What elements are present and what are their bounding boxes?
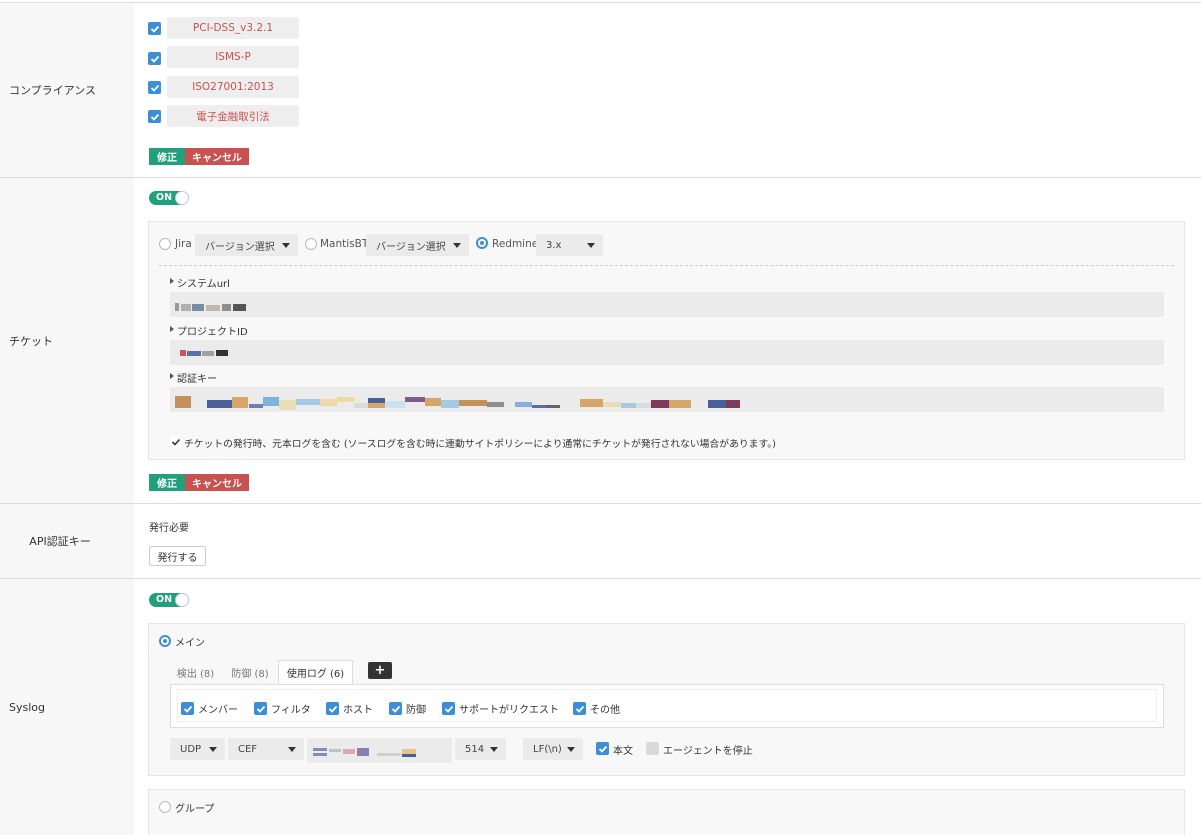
radio-mantisbt[interactable] [305, 238, 317, 250]
caret-down-icon [288, 747, 296, 752]
checkbox-compliance-3[interactable] [148, 81, 161, 94]
divider [0, 578, 1201, 579]
line-end-select[interactable]: LF(\n) [523, 738, 583, 760]
caret-down-icon [587, 243, 595, 248]
caret-down-icon [209, 747, 217, 752]
check-label: メンバー [198, 705, 238, 716]
system-url-input[interactable] [170, 292, 1164, 317]
select-value: CEF [238, 743, 258, 755]
radio-main[interactable] [159, 635, 171, 647]
mantisbt-label: MantisBT [320, 238, 369, 250]
check-label: フィルタ [271, 705, 311, 716]
stop-agent-label: エージェントを停止 [663, 746, 753, 757]
checkbox-compliance-4[interactable] [148, 110, 161, 123]
caret-down-icon [282, 243, 290, 248]
redmine-version-select[interactable]: 3.x [536, 234, 603, 256]
check-defense[interactable] [389, 702, 402, 715]
check-label: 防御 [406, 705, 426, 716]
select-value: 3.x [546, 239, 562, 251]
ticket-edit-button[interactable]: 修正 [149, 474, 185, 491]
dashed-divider [159, 265, 1174, 266]
jira-version-select[interactable]: バージョン選択 [195, 234, 298, 256]
ticket-label: チケット [0, 178, 134, 503]
mantisbt-version-select[interactable]: バージョン選択 [366, 234, 469, 256]
radio-group[interactable] [159, 801, 171, 813]
system-url-label: システムurl [177, 279, 230, 290]
toggle-knob [175, 593, 189, 607]
divider [0, 177, 1201, 178]
check-member[interactable] [181, 702, 194, 715]
caret-down-icon [453, 243, 461, 248]
tab-detect[interactable]: 検出 (8) [170, 660, 221, 684]
checkbox-compliance-1[interactable] [148, 22, 161, 35]
check-other[interactable] [573, 702, 586, 715]
ticket-cancel-button[interactable]: キャンセル [185, 474, 249, 491]
compliance-item: 電子金融取引法 [167, 105, 299, 127]
compliance-item: ISMS-P [167, 46, 299, 68]
check-filter[interactable] [254, 702, 267, 715]
caret-down-icon [567, 747, 575, 752]
checkbox-compliance-2[interactable] [148, 52, 161, 65]
select-value: LF(\n) [533, 743, 562, 755]
divider [0, 2, 1201, 3]
auth-key-input[interactable] [170, 387, 1164, 412]
body-checkbox[interactable] [596, 742, 609, 755]
project-id-input[interactable] [170, 340, 1164, 365]
toggle-knob [175, 191, 189, 205]
redmine-label: Redmine [492, 238, 539, 250]
body-label: 本文 [613, 746, 633, 757]
tab-defense[interactable]: 防御 (8) [224, 660, 276, 684]
auth-key-label: 認証キー [177, 374, 217, 385]
jira-label: Jira [175, 238, 192, 250]
toggle-label: ON [156, 594, 173, 605]
compliance-edit-button[interactable]: 修正 [149, 148, 185, 165]
check-support-request[interactable] [442, 702, 455, 715]
ticket-toggle[interactable]: ON [149, 191, 189, 205]
main-label: メイン [175, 638, 205, 649]
compliance-item: ISO27001:2013 [167, 76, 299, 98]
select-value: 514 [465, 743, 485, 755]
compliance-label: コンプライアンス [0, 3, 134, 177]
syslog-label: Syslog [0, 579, 134, 835]
check-host[interactable] [326, 702, 339, 715]
caret-down-icon [490, 747, 498, 752]
tab-usage-log[interactable]: 使用ログ (6) [278, 660, 353, 684]
include-log-label: チケットの発行時、元本ログを含む (ソースログを含む時に連動サイトポリシーにより… [184, 439, 777, 450]
select-value: バージョン選択 [376, 241, 446, 253]
select-value: バージョン選択 [205, 241, 275, 253]
triangle-right-icon [170, 278, 174, 284]
api-key-label: API認証キー [0, 504, 134, 578]
syslog-group-panel [148, 789, 1185, 835]
check-label: サポートがリクエスト [459, 705, 559, 716]
group-label: グループ [175, 804, 215, 815]
divider [0, 503, 1201, 504]
compliance-cancel-button[interactable]: キャンセル [185, 148, 249, 165]
tab-content [170, 684, 1164, 728]
syslog-toggle[interactable]: ON [149, 593, 189, 607]
compliance-item: PCI-DSS_v3.2.1 [167, 17, 299, 39]
api-status-text: 発行必要 [149, 523, 189, 534]
stop-agent-checkbox[interactable] [646, 742, 659, 755]
radio-redmine[interactable] [476, 237, 488, 249]
toggle-label: ON [156, 192, 173, 203]
protocol-select[interactable]: UDP [170, 738, 225, 760]
select-value: UDP [180, 743, 202, 755]
check-label: ホスト [343, 705, 373, 716]
triangle-right-icon [170, 373, 174, 379]
project-id-label: プロジェクトID [177, 327, 248, 338]
issue-key-button[interactable]: 発行する [149, 546, 206, 566]
format-select[interactable]: CEF [228, 738, 304, 760]
syslog-host-input[interactable] [307, 738, 452, 763]
add-tab-button[interactable]: + [368, 662, 392, 679]
include-log-checkbox[interactable] [170, 436, 181, 447]
triangle-right-icon [170, 326, 174, 332]
port-select[interactable]: 514 [455, 738, 506, 760]
radio-jira[interactable] [159, 238, 171, 250]
check-label: その他 [590, 705, 620, 716]
